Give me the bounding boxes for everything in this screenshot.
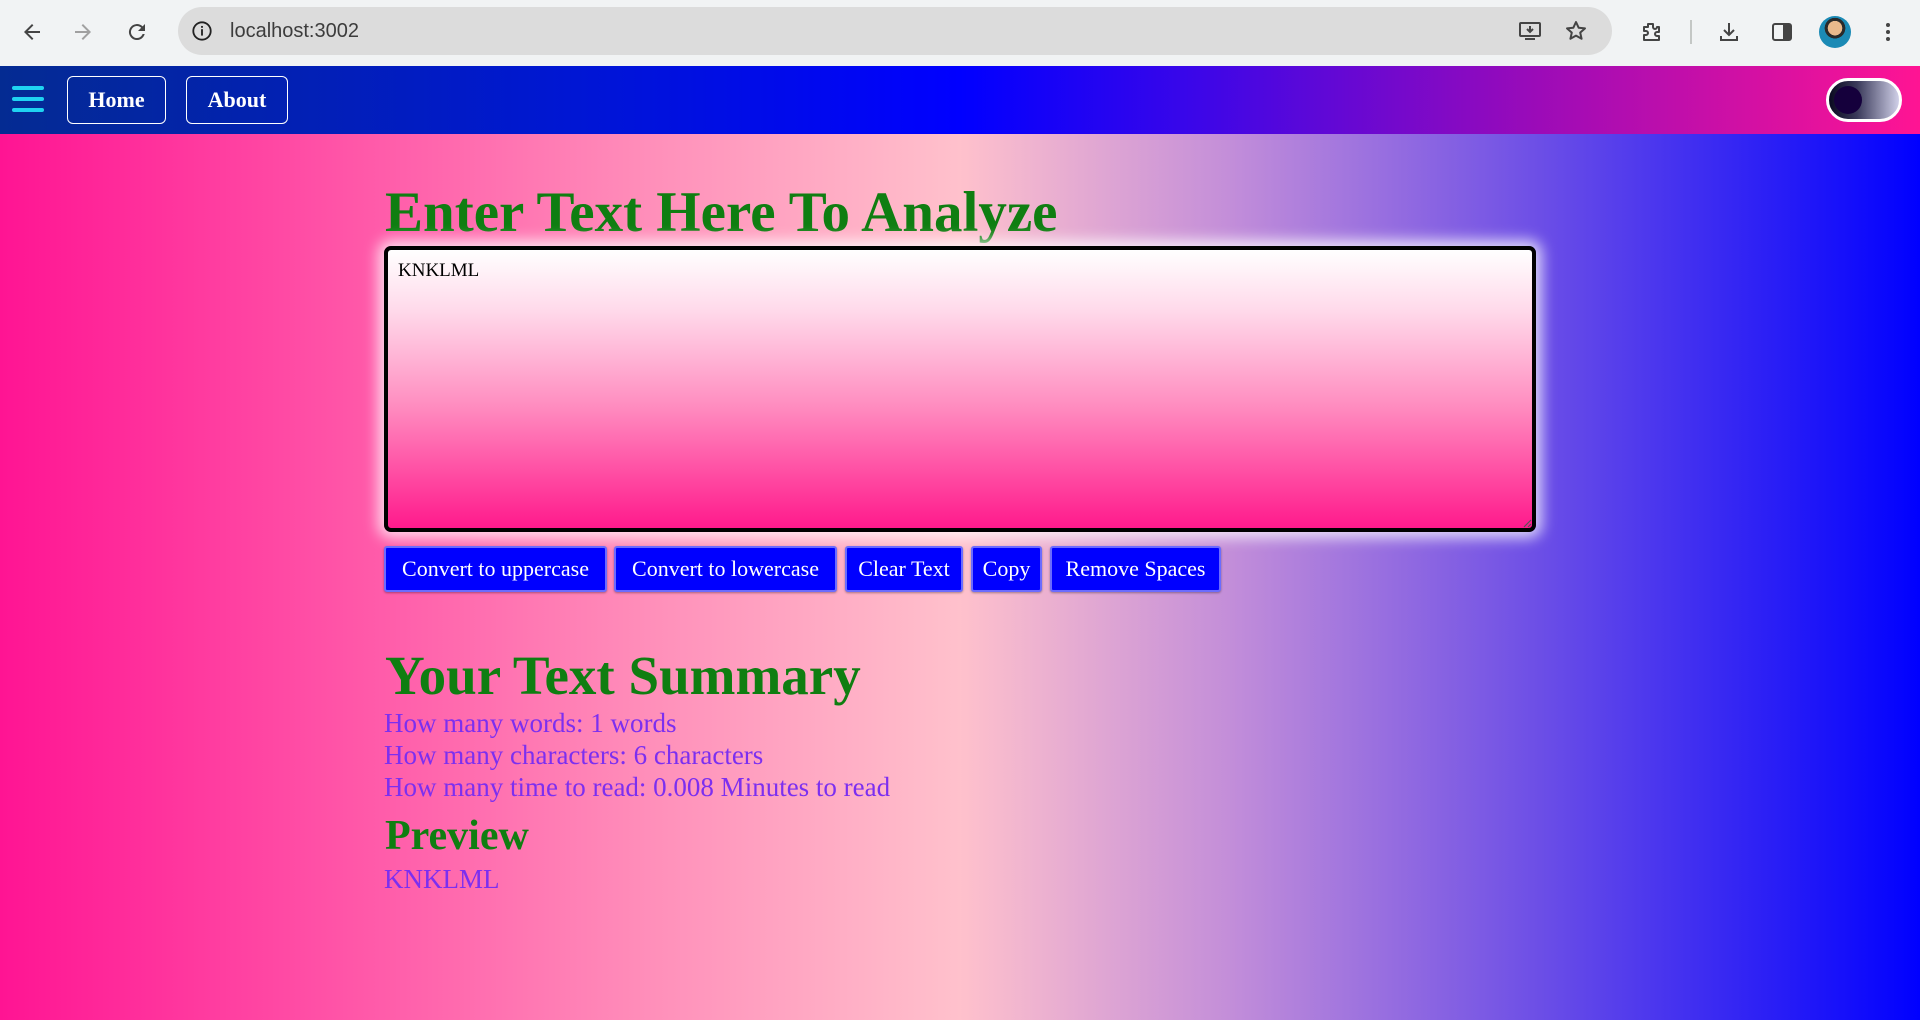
kebab-menu-icon [1886,23,1890,41]
preview-text: KNKLML [384,864,500,894]
downloads-button[interactable] [1710,13,1748,51]
side-panel-button[interactable] [1763,13,1801,51]
download-icon [1720,23,1738,41]
back-arrow-icon [24,24,40,40]
forward-button[interactable] [64,13,102,51]
form-heading: Enter Text Here To Analyze [385,181,1058,244]
text-input-area[interactable]: KNKLML [384,246,1536,532]
profile-avatar[interactable] [1819,16,1851,48]
clear-text-button[interactable]: Clear Text [845,546,963,592]
bookmark-star-icon[interactable] [1564,19,1588,43]
forward-arrow-icon [75,24,91,40]
toggle-knob [1834,86,1862,114]
install-app-icon[interactable] [1518,19,1542,43]
nav-about-link[interactable]: About [186,76,288,124]
remove-spaces-button[interactable]: Remove Spaces [1050,546,1221,592]
browser-menu-button[interactable] [1869,13,1907,51]
app-navbar: Home About [0,66,1920,134]
word-count-text: How many words: 1 words [384,708,677,738]
reload-button[interactable] [118,13,156,51]
url-text[interactable]: localhost:3002 [230,7,359,55]
uppercase-button[interactable]: Convert to uppercase [384,546,607,592]
back-button[interactable] [13,13,51,51]
hamburger-menu-icon[interactable] [12,86,44,112]
side-panel-icon [1772,23,1792,41]
resize-grip-icon[interactable] [1522,518,1532,528]
character-count-text: How many characters: 6 characters [384,740,764,770]
copy-button[interactable]: Copy [971,546,1042,592]
read-time-text: How many time to read: 0.008 Minutes to … [384,772,891,802]
reload-icon [128,24,145,41]
puzzle-icon [1643,23,1660,41]
extensions-button[interactable] [1632,13,1670,51]
address-bar[interactable]: localhost:3002 [178,7,1612,55]
browser-toolbar: localhost:3002 [0,0,1920,66]
nav-home-link[interactable]: Home [67,76,166,124]
main-content: Enter Text Here To Analyze KNKLML Conver… [0,134,1920,1020]
site-info-icon[interactable] [190,19,214,43]
preview-heading: Preview [385,813,529,859]
dark-mode-toggle[interactable] [1826,78,1902,122]
toolbar-divider [1690,20,1692,44]
lowercase-button[interactable]: Convert to lowercase [614,546,837,592]
summary-heading: Your Text Summary [385,645,861,706]
